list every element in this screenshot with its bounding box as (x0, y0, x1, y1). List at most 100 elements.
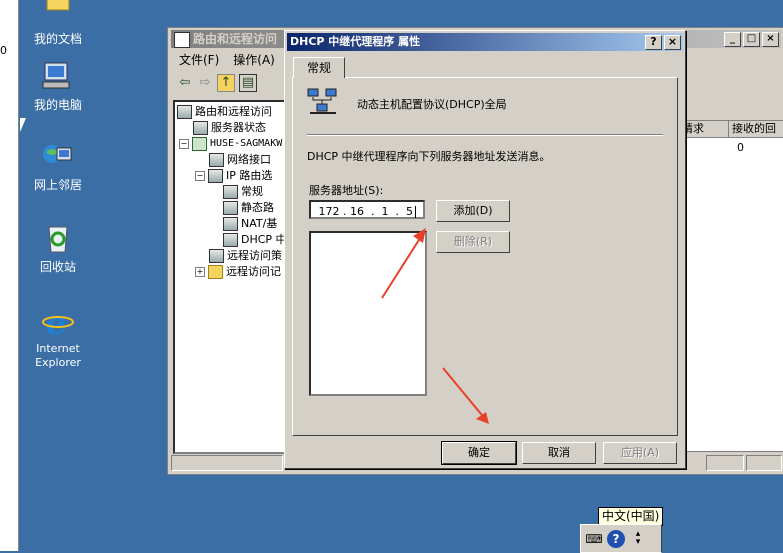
help-button[interactable]: ? (645, 35, 662, 50)
ok-button[interactable]: 确定 (441, 441, 517, 465)
folder-icon (208, 265, 223, 279)
server-address-list[interactable] (309, 231, 427, 396)
status-pane (746, 455, 782, 471)
nat-icon (223, 217, 238, 231)
tree-item[interactable]: 网络接口 (209, 152, 271, 168)
tree-item[interactable]: 远程访问策 (209, 248, 282, 264)
delete-button[interactable]: 删除(R) (436, 231, 510, 253)
server-icon (192, 137, 207, 151)
tree-item-label: 路由和远程访问 (195, 105, 272, 118)
show-tree-icon[interactable]: ▤ (239, 74, 257, 92)
svg-text:e: e (46, 304, 66, 338)
back-arrow-icon[interactable]: ⇦ (177, 75, 193, 91)
tree-item-label: HUSE-SAGMAKW (210, 138, 283, 149)
tree-item-label: NAT/基 (241, 217, 278, 230)
desktop-icon-recycle-bin[interactable]: 回收站 (20, 222, 96, 274)
help-icon[interactable]: ? (607, 529, 625, 548)
network-places-icon (41, 140, 75, 174)
list-cell-value: 0 (737, 141, 744, 154)
desktop-icon-label: 网上邻居 (33, 178, 82, 192)
desktop-icon-label: 我的文档 (33, 32, 82, 46)
collapse-icon[interactable]: − (179, 139, 189, 149)
apply-button[interactable]: 应用(A) (603, 442, 677, 464)
tree-item-label: DHCP 中 (241, 233, 287, 246)
ip-value: 172 . 16 . 1 . 5 (315, 205, 413, 218)
desktop-icon-label: Internet Explorer (35, 342, 81, 369)
column-header-requests[interactable]: 请求 (679, 121, 729, 138)
options-icon[interactable]: ▴ ▾ (629, 529, 647, 548)
close-button[interactable]: × (664, 35, 681, 50)
left-edge-strip: 0 (0, 0, 19, 551)
details-list[interactable]: 请求 接收的回 0 (678, 120, 783, 452)
ip-routing-icon (208, 169, 223, 183)
tab-general[interactable]: 常规 (293, 57, 345, 78)
computer-icon (177, 105, 192, 119)
dhcp-relay-icon (223, 233, 238, 247)
text-caret (414, 206, 416, 218)
tree-item[interactable]: − IP 路由选 (195, 168, 272, 184)
my-computer-icon (41, 60, 75, 94)
desktop-icon-label: 我的电脑 (33, 98, 82, 112)
server-address-label: 服务器地址(S): (309, 184, 384, 197)
my-documents-icon (41, 0, 75, 28)
tree-item[interactable]: 服务器状态 (193, 120, 266, 136)
tree-item-label: 常规 (241, 185, 263, 198)
tree-item-dhcp-relay[interactable]: DHCP 中 (223, 232, 287, 248)
up-folder-icon[interactable]: ↑ (217, 74, 235, 92)
description-text: DHCP 中继代理程序向下列服务器地址发送消息。 (307, 150, 551, 163)
tree-item-label: 远程访问策 (227, 249, 282, 262)
header-text: 动态主机配置协议(DHCP)全局 (357, 98, 507, 111)
tree-item[interactable]: 路由和远程访问 (177, 104, 272, 120)
server-ip-input[interactable]: 172 . 16 . 1 . 5 (309, 200, 425, 219)
static-route-icon (223, 201, 238, 215)
separator (307, 134, 663, 136)
dialog-titlebar[interactable]: DHCP 中继代理程序 属性 ? × (287, 33, 683, 51)
remote-access-policy-icon (209, 249, 224, 263)
collapse-icon[interactable]: − (195, 171, 205, 181)
edge-text: 0 (0, 44, 7, 57)
minimize-button[interactable]: _ (724, 32, 741, 47)
general-icon (223, 185, 238, 199)
tree-item[interactable]: NAT/基 (223, 216, 277, 232)
desktop-icon-my-documents[interactable]: 我的文档 (20, 0, 96, 46)
add-button[interactable]: 添加(D) (436, 200, 510, 222)
tree-item-label: 网络接口 (227, 153, 271, 166)
tree-item-label: 远程访问记 (226, 265, 281, 278)
cancel-button[interactable]: 取消 (522, 442, 596, 464)
mouse-cursor-icon (20, 118, 26, 132)
tree-item[interactable]: 静态路 (223, 200, 274, 216)
status-pane (171, 455, 283, 471)
desktop-icon-label: 回收站 (39, 260, 76, 274)
language-tray: ⌨ ? ▴ ▾ (580, 524, 662, 553)
console-tree[interactable]: 路由和远程访问 服务器状态 − HUSE-SAGMAKW 网络接口 − IP 路由选… (173, 100, 289, 454)
tab-panel-general: 动态主机配置协议(DHCP)全局 DHCP 中继代理程序向下列服务器地址发送消息… (292, 77, 678, 436)
app-icon (174, 32, 190, 48)
tree-item-label: 服务器状态 (211, 121, 266, 134)
maximize-button[interactable]: □ (743, 32, 760, 47)
desktop-icon-my-computer[interactable]: 我的电脑 (20, 60, 96, 112)
menu-file[interactable]: 文件(F) (179, 51, 219, 69)
network-interface-icon (209, 153, 224, 167)
internet-explorer-icon: e (41, 304, 75, 342)
menu-action[interactable]: 操作(A) (233, 51, 275, 69)
column-header-replies[interactable]: 接收的回 (729, 121, 783, 138)
tree-item-label: IP 路由选 (226, 169, 273, 182)
recycle-bin-icon (41, 222, 75, 256)
toolbar: ⇦ ⇨ ↑ ▤ (171, 72, 287, 94)
tree-item[interactable]: + 远程访问记 (195, 264, 281, 280)
server-status-icon (193, 121, 208, 135)
tree-item[interactable]: − HUSE-SAGMAKW (179, 136, 282, 152)
desktop-icon-ie[interactable]: e Internet Explorer (20, 304, 96, 370)
keyboard-icon[interactable]: ⌨ (585, 530, 603, 548)
forward-arrow-icon[interactable]: ⇨ (197, 75, 213, 91)
dialog-title: DHCP 中继代理程序 属性 (290, 35, 421, 48)
expand-icon[interactable]: + (195, 267, 205, 277)
status-pane (706, 455, 744, 471)
dhcp-relay-properties-dialog[interactable]: DHCP 中继代理程序 属性 ? × 常规 动态主机配置协议(DHCP)全局 D… (284, 30, 686, 469)
dhcp-network-icon (307, 88, 339, 116)
tree-item-label: 静态路 (241, 201, 274, 214)
tree-item[interactable]: 常规 (223, 184, 263, 200)
desktop-icon-network[interactable]: 网上邻居 (20, 140, 96, 192)
close-button[interactable]: × (762, 32, 779, 47)
window-title: 路由和远程访问 (193, 32, 278, 46)
